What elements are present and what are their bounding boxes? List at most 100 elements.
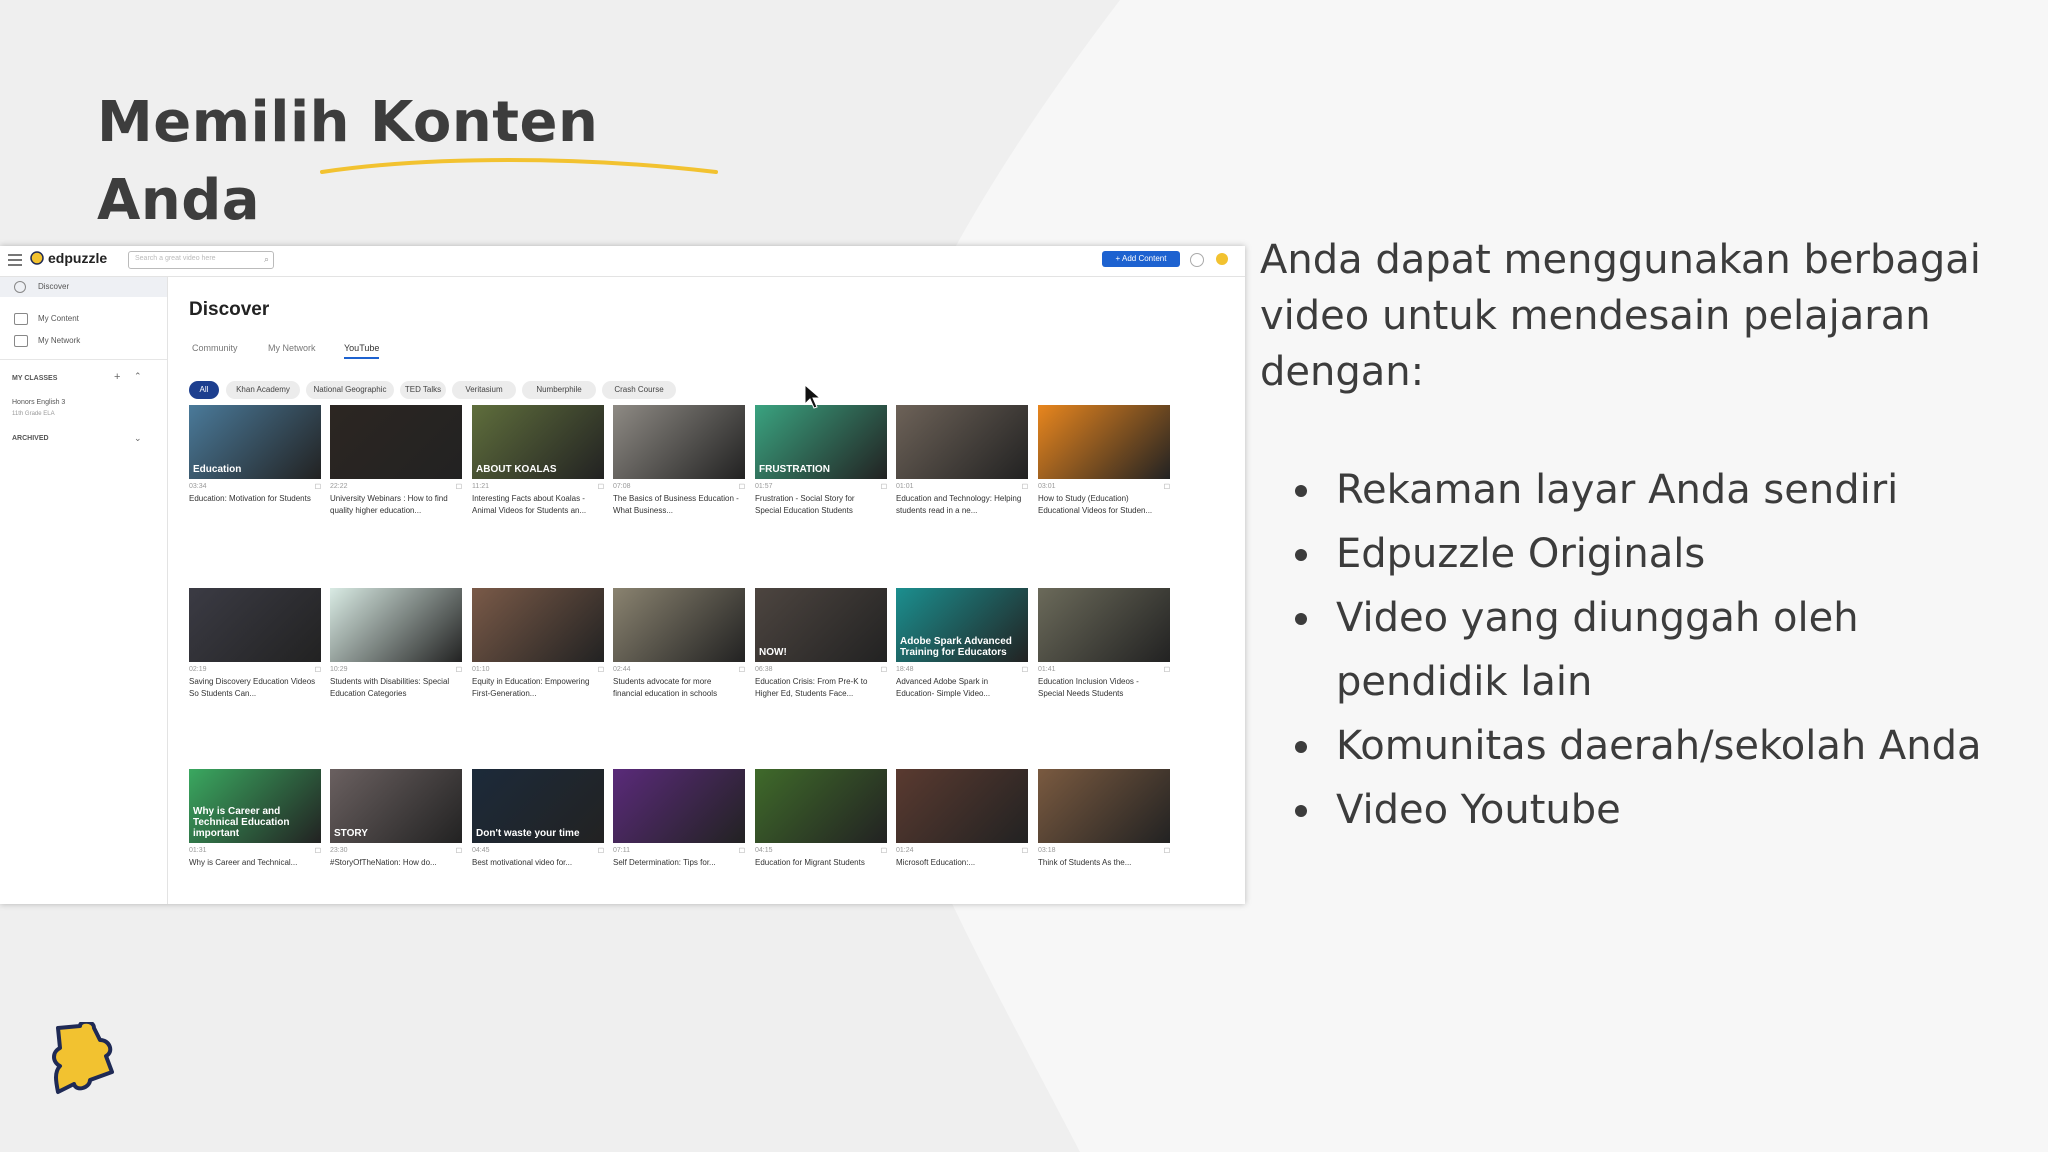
bookmark-icon[interactable]: ☐ — [598, 483, 604, 491]
bookmark-icon[interactable]: ☐ — [1022, 847, 1028, 855]
video-thumbnail[interactable]: Adobe Spark Advanced Training for Educat… — [896, 588, 1028, 662]
video-title[interactable]: Education Crisis: From Pre-K to Higher E… — [755, 676, 883, 700]
video-thumbnail[interactable]: Education — [189, 405, 321, 479]
video-title[interactable]: Frustration - Social Story for Special E… — [755, 493, 883, 517]
video-thumbnail[interactable] — [613, 405, 745, 479]
video-card[interactable]: 22:22 ☐ University Webinars : How to find … — [330, 405, 462, 517]
video-thumbnail[interactable] — [896, 405, 1028, 479]
bookmark-icon[interactable]: ☐ — [881, 483, 887, 491]
video-title[interactable]: Microsoft Education:... — [896, 857, 1024, 869]
video-card[interactable]: NOW! 06:38 ☐ Education Crisis: From Pre-K t… — [755, 588, 887, 700]
video-card[interactable]: ABOUT KOALAS 11:21 ☐ Interesting Facts abou… — [472, 405, 604, 517]
video-thumbnail[interactable] — [613, 769, 745, 843]
video-thumbnail[interactable] — [189, 588, 321, 662]
tab-community[interactable]: Community — [192, 343, 238, 353]
video-thumbnail[interactable]: ABOUT KOALAS — [472, 405, 604, 479]
video-thumbnail[interactable]: FRUSTRATION — [755, 405, 887, 479]
video-title[interactable]: Saving Discovery Education Videos So Stu… — [189, 676, 317, 700]
video-title[interactable]: How to Study (Education) Educational Vid… — [1038, 493, 1166, 517]
bookmark-icon[interactable]: ☐ — [1164, 847, 1170, 855]
video-card[interactable]: 02:44 ☐ Students advocate for more financi… — [613, 588, 745, 700]
add-content-button[interactable]: + Add Content — [1102, 251, 1180, 267]
video-title[interactable]: Students with Disabilities: Special Educ… — [330, 676, 458, 700]
video-card[interactable]: 01:01 ☐ Education and Technology: Helping … — [896, 405, 1028, 517]
video-title[interactable]: Students advocate for more financial edu… — [613, 676, 741, 700]
video-title[interactable]: Self Determination: Tips for... — [613, 857, 741, 869]
chevron-down-icon[interactable]: ⌄ — [134, 433, 142, 444]
video-card[interactable]: Education 03:34 ☐ Education: Motivation for… — [189, 405, 321, 505]
chip-khan-academy[interactable]: Khan Academy — [226, 381, 300, 399]
chip-national-geographic[interactable]: National Geographic — [306, 381, 394, 399]
chip-numberphile[interactable]: Numberphile — [522, 381, 596, 399]
video-thumbnail[interactable]: Don't waste your time — [472, 769, 604, 843]
help-icon[interactable] — [1190, 253, 1204, 267]
video-title[interactable]: Think of Students As the... — [1038, 857, 1166, 869]
bookmark-icon[interactable]: ☐ — [315, 847, 321, 855]
video-title[interactable]: Advanced Adobe Spark in Education- Simpl… — [896, 676, 1024, 700]
video-thumbnail[interactable]: NOW! — [755, 588, 887, 662]
video-thumbnail[interactable]: Why is Career and Technical Education im… — [189, 769, 321, 843]
video-card[interactable]: 01:10 ☐ Equity in Education: Empowering Fi… — [472, 588, 604, 700]
video-card[interactable]: 02:19 ☐ Saving Discovery Education Videos … — [189, 588, 321, 700]
video-card[interactable]: 07:08 ☐ The Basics of Business Education -… — [613, 405, 745, 517]
bookmark-icon[interactable]: ☐ — [456, 666, 462, 674]
video-card[interactable]: 04:15 ☐ Education for Migrant Students — [755, 769, 887, 869]
menu-icon[interactable] — [8, 254, 22, 266]
class-name[interactable]: Honors English 3 — [12, 399, 179, 406]
bookmark-icon[interactable]: ☐ — [315, 483, 321, 491]
tab-youtube[interactable]: YouTube — [344, 343, 380, 359]
avatar[interactable] — [1216, 253, 1228, 265]
bookmark-icon[interactable]: ☐ — [1022, 483, 1028, 491]
chip-crash-course[interactable]: Crash Course — [602, 381, 676, 399]
archived-header[interactable]: ARCHIVED — [12, 435, 179, 442]
bookmark-icon[interactable]: ☐ — [881, 847, 887, 855]
video-card[interactable]: FRUSTRATION 01:57 ☐ Frustration - Social St… — [755, 405, 887, 517]
video-thumbnail[interactable] — [755, 769, 887, 843]
bookmark-icon[interactable]: ☐ — [315, 666, 321, 674]
video-card[interactable]: Adobe Spark Advanced Training for Educat… — [896, 588, 1028, 700]
bookmark-icon[interactable]: ☐ — [1022, 666, 1028, 674]
brand-logo[interactable]: edpuzzle — [30, 250, 107, 266]
video-thumbnail[interactable] — [1038, 769, 1170, 843]
tab-my-network[interactable]: My Network — [268, 343, 316, 353]
video-card[interactable]: Don't waste your time 04:45 ☐ Best motivati… — [472, 769, 604, 869]
chevron-up-icon[interactable]: ⌃ — [134, 371, 142, 382]
bookmark-icon[interactable]: ☐ — [739, 483, 745, 491]
bookmark-icon[interactable]: ☐ — [1164, 666, 1170, 674]
chip-ted-talks[interactable]: TED Talks — [400, 381, 446, 399]
video-title[interactable]: Education: Motivation for Students — [189, 493, 317, 505]
bookmark-icon[interactable]: ☐ — [1164, 483, 1170, 491]
bookmark-icon[interactable]: ☐ — [881, 666, 887, 674]
video-thumbnail[interactable] — [1038, 588, 1170, 662]
video-title[interactable]: Interesting Facts about Koalas - Animal … — [472, 493, 600, 517]
video-title[interactable]: University Webinars : How to find qualit… — [330, 493, 458, 517]
add-class-icon[interactable]: + — [114, 371, 120, 383]
chip-veritasium[interactable]: Veritasium — [452, 381, 516, 399]
video-card[interactable]: STORY 23:30 ☐ #StoryOfTheNation: How do... — [330, 769, 462, 869]
video-thumbnail[interactable]: STORY — [330, 769, 462, 843]
video-card[interactable]: 10:29 ☐ Students with Disabilities: Specia… — [330, 588, 462, 700]
video-thumbnail[interactable] — [613, 588, 745, 662]
search-icon[interactable]: ⌕ — [264, 254, 269, 265]
video-title[interactable]: #StoryOfTheNation: How do... — [330, 857, 458, 869]
video-thumbnail[interactable] — [1038, 405, 1170, 479]
video-thumbnail[interactable] — [896, 769, 1028, 843]
video-title[interactable]: Equity in Education: Empowering First-Ge… — [472, 676, 600, 700]
search-input[interactable]: Search a great video here ⌕ — [128, 251, 274, 269]
bookmark-icon[interactable]: ☐ — [456, 483, 462, 491]
video-thumbnail[interactable] — [330, 588, 462, 662]
sidebar-item-my-network[interactable]: My Network — [0, 333, 167, 349]
video-thumbnail[interactable] — [330, 405, 462, 479]
sidebar-item-my-content[interactable]: My Content — [0, 311, 167, 327]
video-title[interactable]: The Basics of Business Education - What … — [613, 493, 741, 517]
video-title[interactable]: Education Inclusion Videos - Special Nee… — [1038, 676, 1166, 700]
video-thumbnail[interactable] — [472, 588, 604, 662]
video-card[interactable]: Why is Career and Technical Education im… — [189, 769, 321, 869]
bookmark-icon[interactable]: ☐ — [456, 847, 462, 855]
video-card[interactable]: 03:18 ☐ Think of Students As the... — [1038, 769, 1170, 869]
video-title[interactable]: Why is Career and Technical... — [189, 857, 317, 869]
video-card[interactable]: 01:24 ☐ Microsoft Education:... — [896, 769, 1028, 869]
video-card[interactable]: 03:01 ☐ How to Study (Education) Education… — [1038, 405, 1170, 517]
bookmark-icon[interactable]: ☐ — [739, 666, 745, 674]
video-title[interactable]: Best motivational video for... — [472, 857, 600, 869]
